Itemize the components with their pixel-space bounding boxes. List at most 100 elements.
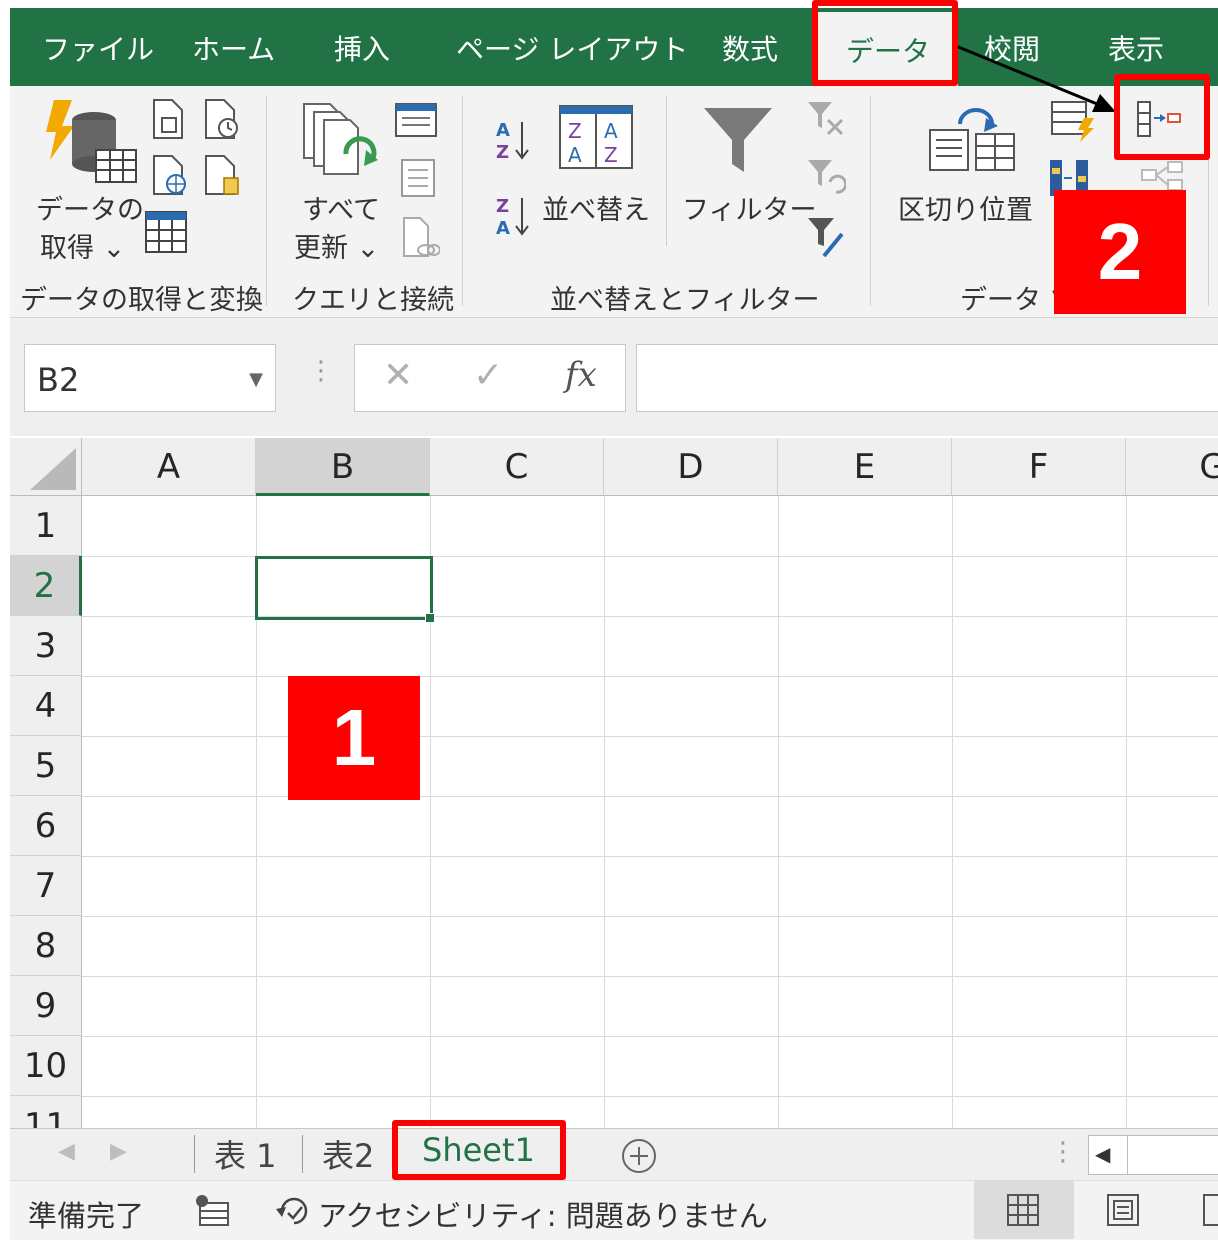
recent-sources-icon[interactable] xyxy=(202,98,242,140)
row-header-4[interactable]: 4 xyxy=(10,676,82,736)
page-break-view-icon[interactable] xyxy=(1202,1193,1218,1227)
refresh-all-label-1[interactable]: すべて xyxy=(302,188,380,227)
get-data-label-2[interactable]: 取得 ⌄ xyxy=(40,226,125,265)
row-header-7[interactable]: 7 xyxy=(10,856,82,916)
splitter-icon[interactable]: ⋮ xyxy=(1050,1137,1076,1167)
ribbon-data: データの 取得 ⌄ すべて 更新 ⌄ A Z Z A Z A A Z 並べ替え … xyxy=(10,86,1218,318)
get-data-label-1[interactable]: データの xyxy=(36,188,144,227)
insert-function-icon[interactable]: fx xyxy=(565,355,597,395)
formula-bar: B2 ▼ ⋮ ✕ ✓ fx xyxy=(10,318,1218,436)
row-header-9[interactable]: 9 xyxy=(10,976,82,1036)
page-layout-view-icon[interactable] xyxy=(1106,1193,1140,1227)
edit-links-icon[interactable] xyxy=(400,216,440,260)
advanced-filter-icon[interactable] xyxy=(806,216,846,260)
filter-icon[interactable] xyxy=(700,104,776,176)
properties-icon[interactable] xyxy=(400,158,436,198)
row-header-8[interactable]: 8 xyxy=(10,916,82,976)
row-header-11[interactable]: 11 xyxy=(10,1096,82,1130)
name-box-value[interactable]: B2 xyxy=(37,361,79,399)
worksheet-grid[interactable]: A B C D E F G 1 2 3 4 5 6 7 8 9 10 11 xyxy=(10,436,1218,1130)
highlight-data-tab xyxy=(812,0,958,86)
svg-text:A: A xyxy=(496,120,510,141)
queries-connections-icon[interactable] xyxy=(394,102,438,138)
group-label-queries: クエリと接続 xyxy=(292,285,454,316)
scroll-left-icon[interactable]: ◀ xyxy=(1095,1142,1110,1166)
from-web-icon[interactable] xyxy=(150,154,190,196)
tab-insert[interactable]: 挿入 xyxy=(334,28,390,68)
row-header-5[interactable]: 5 xyxy=(10,736,82,796)
status-bar: 準備完了 アクセシビリティ: 問題ありません xyxy=(10,1180,1218,1240)
gridline xyxy=(82,676,1218,677)
sort-icon[interactable]: Z A A Z xyxy=(558,104,634,170)
refresh-all-icon[interactable] xyxy=(300,100,380,184)
tab-page-layout[interactable]: ページ レイアウト xyxy=(456,28,688,68)
svg-text:A: A xyxy=(604,119,618,143)
divider xyxy=(194,1135,195,1173)
column-header-c[interactable]: C xyxy=(430,438,604,496)
group-separator xyxy=(462,96,463,306)
reapply-filter-icon[interactable] xyxy=(806,158,846,198)
tab-home[interactable]: ホーム xyxy=(192,28,275,68)
normal-view-icon xyxy=(1007,1194,1039,1226)
column-header-a[interactable]: A xyxy=(82,438,256,496)
clear-filter-icon[interactable] xyxy=(806,100,846,140)
macro-record-icon[interactable] xyxy=(194,1193,230,1227)
horizontal-scrollbar[interactable]: ◀ xyxy=(1088,1135,1218,1175)
group-separator xyxy=(870,96,871,306)
tab-formulas[interactable]: 数式 xyxy=(722,28,778,68)
row-header-10[interactable]: 10 xyxy=(10,1036,82,1096)
status-accessibility[interactable]: アクセシビリティ: 問題ありません xyxy=(318,1193,768,1235)
tab-review[interactable]: 校閲 xyxy=(984,28,1040,68)
tab-view[interactable]: 表示 xyxy=(1108,28,1164,68)
cancel-icon[interactable]: ✕ xyxy=(383,355,413,396)
text-to-columns-label[interactable]: 区切り位置 xyxy=(898,188,1033,227)
accessibility-icon[interactable] xyxy=(274,1193,314,1229)
sort-a-to-z-icon[interactable]: A Z xyxy=(494,116,534,164)
prev-sheet-icon[interactable]: ◀ xyxy=(58,1139,75,1164)
gridline xyxy=(82,856,1218,857)
column-header-b[interactable]: B xyxy=(256,438,430,496)
select-all-corner[interactable] xyxy=(10,438,82,496)
column-header-e[interactable]: E xyxy=(778,438,952,496)
step-label-1: 1 xyxy=(288,676,420,800)
step-label-2: 2 xyxy=(1054,190,1186,314)
tab-file[interactable]: ファイル xyxy=(42,28,154,68)
sort-z-to-a-icon[interactable]: Z A xyxy=(494,192,534,240)
sheet-tab-2[interactable]: 表2 xyxy=(322,1131,374,1177)
flash-fill-icon[interactable] xyxy=(1050,100,1096,142)
column-header-d[interactable]: D xyxy=(604,438,778,496)
active-cell-b2[interactable] xyxy=(255,556,433,620)
sort-label[interactable]: 並べ替え xyxy=(542,188,650,227)
svg-text:Z: Z xyxy=(496,196,509,217)
add-sheet-icon[interactable] xyxy=(620,1137,658,1175)
text-to-columns-icon[interactable] xyxy=(926,104,1022,174)
filter-label[interactable]: フィルター xyxy=(682,188,816,227)
next-sheet-icon[interactable]: ▶ xyxy=(110,1139,127,1164)
formula-input[interactable] xyxy=(636,344,1218,412)
column-header-g[interactable]: G xyxy=(1126,438,1218,496)
sheet-tab-1[interactable]: 表 1 xyxy=(214,1131,277,1177)
name-box[interactable]: B2 ▼ xyxy=(24,344,276,412)
existing-connections-icon[interactable] xyxy=(202,154,242,196)
get-data-icon[interactable] xyxy=(42,98,142,188)
highlight-sheet1-tab xyxy=(392,1120,566,1180)
fill-handle[interactable] xyxy=(425,613,435,623)
normal-view-button[interactable] xyxy=(974,1181,1074,1239)
row-header-1[interactable]: 1 xyxy=(10,496,82,556)
from-table-icon[interactable] xyxy=(144,210,188,254)
row-header-2[interactable]: 2 xyxy=(10,556,82,616)
enter-icon[interactable]: ✓ xyxy=(473,355,503,396)
column-header-f[interactable]: F xyxy=(952,438,1126,496)
drag-handle-icon[interactable]: ⋮ xyxy=(308,356,334,386)
refresh-all-label-2[interactable]: 更新 ⌄ xyxy=(294,226,379,265)
svg-text:Z: Z xyxy=(568,119,582,143)
chevron-down-icon[interactable]: ▼ xyxy=(249,369,263,390)
row-header-3[interactable]: 3 xyxy=(10,616,82,676)
gridline xyxy=(604,496,605,1130)
gridline xyxy=(952,496,953,1130)
gridline xyxy=(82,916,1218,917)
gridline xyxy=(82,556,1218,557)
from-text-icon[interactable] xyxy=(150,98,186,140)
row-header-6[interactable]: 6 xyxy=(10,796,82,856)
gridline xyxy=(1126,496,1127,1130)
